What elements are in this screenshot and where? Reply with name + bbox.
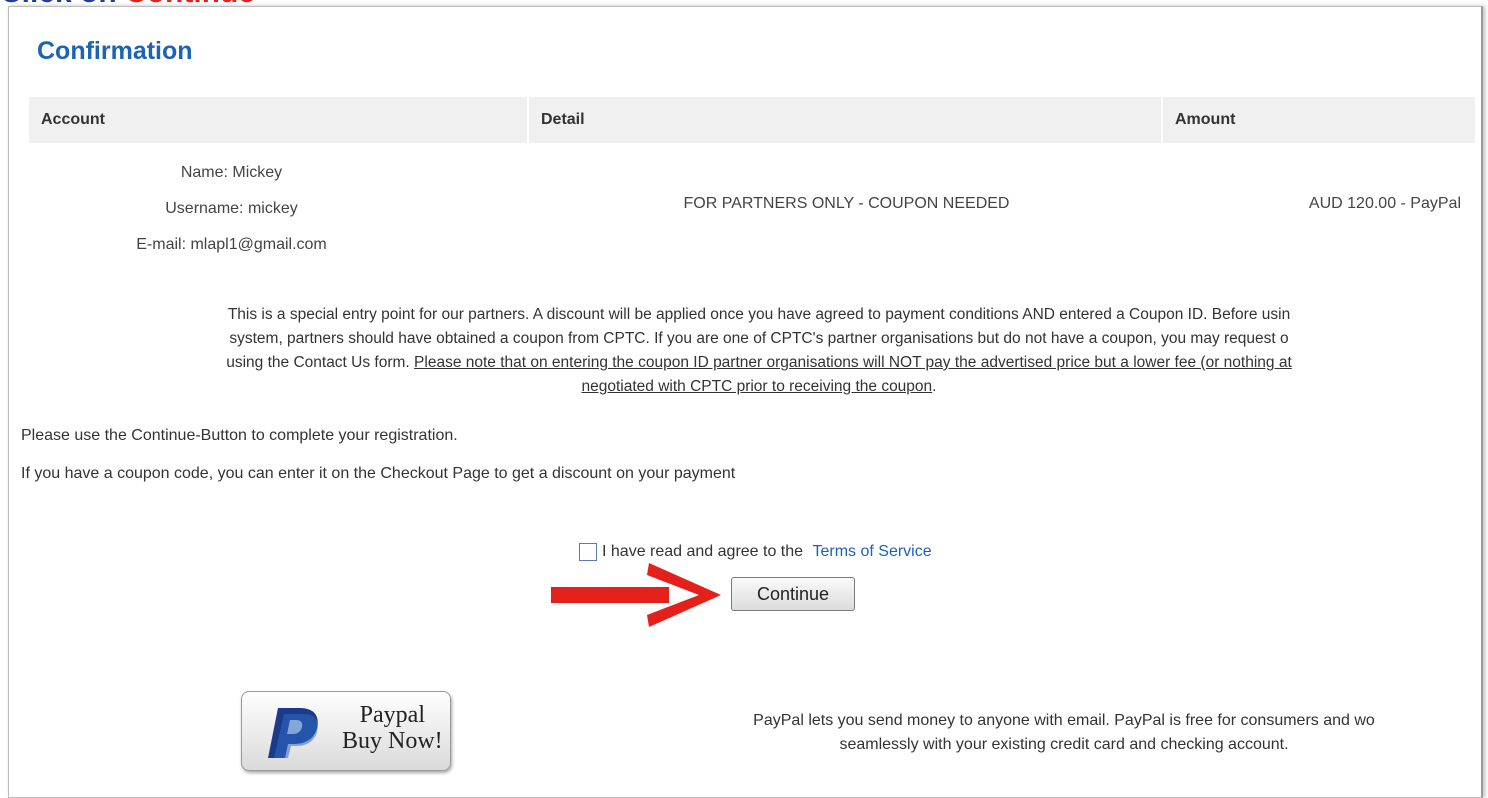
order-summary-table: Account Detail Amount Name: Mickey Usern… (29, 97, 1477, 264)
notice-line-2: system, partners should have obtained a … (229, 330, 1289, 347)
paypal-button-text: Paypal Buy Now! (342, 702, 443, 754)
banner-text: Click on (0, 0, 125, 9)
column-header-detail: Detail (529, 97, 1163, 143)
column-header-amount: Amount (1163, 97, 1477, 143)
notice-line-1: This is a special entry point for our pa… (227, 306, 1291, 323)
paypal-button-line-1: Paypal (359, 702, 425, 728)
banner-highlight: Continue (125, 0, 255, 9)
instruction-banner: Click on Continue (0, 0, 255, 8)
instruction-continue: Please use the Continue-Button to comple… (21, 427, 458, 444)
notice-line-3-underlined: Please note that on entering the coupon … (414, 354, 1292, 371)
notice-line-4: negotiated with CPTC prior to receiving … (29, 375, 1481, 399)
account-cell: Name: Mickey Username: mickey E-mail: ml… (29, 143, 529, 264)
account-email: E-mail: mlapl1@gmail.com (136, 236, 327, 253)
instruction-coupon: If you have a coupon code, you can enter… (21, 465, 736, 482)
notice-line-4-tail: . (932, 378, 937, 395)
column-header-account: Account (29, 97, 529, 143)
page-title: Confirmation (37, 37, 193, 65)
confirmation-panel: Confirmation Account Detail Amount Name:… (8, 6, 1483, 798)
amount-cell: AUD 120.00 - PayPal (1308, 194, 1461, 212)
paypal-info-line-2: seamlessly with your existing credit car… (839, 736, 1289, 753)
paypal-info: PayPal lets you send money to anyone wit… (649, 709, 1479, 757)
red-arrow-icon (551, 563, 721, 627)
detail-cell: FOR PARTNERS ONLY - COUPON NEEDED (683, 194, 1010, 212)
notice-line-4-underlined: negotiated with CPTC prior to receiving … (581, 378, 933, 395)
table-header-row: Account Detail Amount (29, 97, 1477, 143)
terms-of-service-link[interactable]: Terms of Service (812, 543, 931, 561)
account-name: Name: Mickey (180, 164, 283, 181)
paypal-button-line-2: Buy Now! (342, 728, 443, 754)
notice-line-3: using the Contact Us form. Please note t… (29, 351, 1481, 375)
continue-button[interactable]: Continue (731, 577, 855, 611)
notice-line-3-text: using the Contact Us form. (226, 354, 415, 371)
table-row: Name: Mickey Username: mickey E-mail: ml… (29, 143, 1477, 264)
paypal-logo-icon (268, 708, 318, 758)
paypal-info-line-1: PayPal lets you send money to anyone wit… (753, 712, 1375, 729)
partner-notice: This is a special entry point for our pa… (29, 303, 1481, 399)
paypal-buy-now-button[interactable]: Paypal Buy Now! (241, 691, 451, 771)
account-username: Username: mickey (165, 200, 298, 217)
